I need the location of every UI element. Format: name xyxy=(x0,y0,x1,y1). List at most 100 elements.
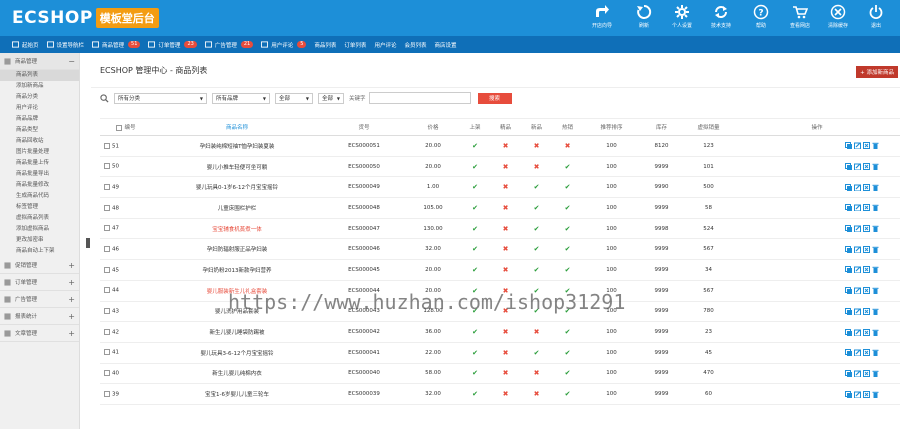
stock[interactable]: 9999 xyxy=(640,197,683,219)
row-checkbox[interactable] xyxy=(104,204,110,211)
trash-icon[interactable] xyxy=(872,246,879,253)
goods-price[interactable]: 20.00 xyxy=(406,156,460,178)
stock[interactable]: 9999 xyxy=(640,342,683,364)
trash-icon[interactable] xyxy=(872,349,879,357)
sidebar-sub-item[interactable]: 虚拟商品列表 xyxy=(0,213,79,224)
trash-icon[interactable] xyxy=(872,163,879,171)
stock[interactable]: 9999 xyxy=(640,321,683,343)
edit-icon[interactable] xyxy=(854,391,861,398)
flag-toggle[interactable]: ✖ xyxy=(490,321,521,343)
view-icon[interactable] xyxy=(863,225,870,233)
view-icon[interactable] xyxy=(863,390,870,398)
sort-order[interactable]: 100 xyxy=(583,197,640,219)
row-checkbox[interactable] xyxy=(104,390,110,397)
edit-icon[interactable] xyxy=(854,204,861,212)
sidebar-sub-item[interactable]: 标签管理 xyxy=(0,202,79,213)
sort-order[interactable]: 100 xyxy=(583,363,640,385)
edit-icon[interactable] xyxy=(854,349,861,357)
sort-order[interactable]: 100 xyxy=(583,176,640,199)
edit-icon[interactable] xyxy=(854,246,861,253)
flag-toggle[interactable]: ✔ xyxy=(460,363,490,385)
flag-toggle[interactable]: ✖ xyxy=(490,383,521,405)
goods-price[interactable]: 32.00 xyxy=(406,383,460,405)
row-checkbox[interactable] xyxy=(104,349,110,356)
virtual-sales[interactable]: 60 xyxy=(683,383,734,405)
edit-icon[interactable] xyxy=(854,329,861,336)
view-icon[interactable] xyxy=(863,287,870,295)
stock[interactable]: 8120 xyxy=(640,135,683,157)
flag-toggle[interactable]: ✔ xyxy=(521,176,552,199)
flag-toggle[interactable]: ✖ xyxy=(490,342,521,364)
stock[interactable]: 9999 xyxy=(640,363,683,385)
goods-price[interactable]: 130.00 xyxy=(406,218,460,240)
sidebar-sub-item[interactable]: 商品列表 xyxy=(0,70,79,81)
virtual-sales[interactable]: 123 xyxy=(683,135,734,157)
view-icon[interactable] xyxy=(863,204,870,212)
top-button-share[interactable]: 开店向导 xyxy=(584,3,620,33)
copy-icon[interactable] xyxy=(845,204,852,212)
sidebar-sub-item[interactable]: 商品类型 xyxy=(0,125,79,136)
sidebar-sub-item[interactable]: 商品品牌 xyxy=(0,114,79,125)
edit-icon[interactable] xyxy=(854,184,861,191)
flag-toggle[interactable]: ✖ xyxy=(490,135,521,157)
view-icon[interactable] xyxy=(863,307,870,315)
goods-price[interactable]: 58.00 xyxy=(406,363,460,385)
virtual-sales[interactable]: 34 xyxy=(683,259,734,281)
flag-toggle[interactable]: ✔ xyxy=(521,218,552,240)
goods-name[interactable]: 新生儿婴儿纯棉内衣 xyxy=(152,363,322,385)
flag-toggle[interactable]: ✔ xyxy=(552,342,583,364)
sidebar-sub-item[interactable]: 商品批量修改 xyxy=(0,180,79,191)
sort-order[interactable]: 100 xyxy=(583,342,640,364)
flag-toggle[interactable]: ✖ xyxy=(490,259,521,281)
row-checkbox[interactable] xyxy=(104,266,110,273)
copy-icon[interactable] xyxy=(845,307,852,315)
goods-name[interactable]: 宝宝辅食机蒸煮一体 xyxy=(152,218,322,240)
row-checkbox[interactable] xyxy=(104,142,110,149)
goods-price[interactable]: 32.00 xyxy=(406,238,460,261)
sidebar-group-1[interactable]: 促销管理 + xyxy=(0,257,79,274)
goods-name[interactable]: 婴儿玩具3-6-12个月宝宝摇铃 xyxy=(152,342,322,364)
edit-icon[interactable] xyxy=(854,266,861,274)
virtual-sales[interactable]: 470 xyxy=(683,363,734,385)
sort-order[interactable]: 100 xyxy=(583,383,640,405)
stock[interactable]: 9999 xyxy=(640,383,683,405)
sidebar-sub-item[interactable]: 商品批量上传 xyxy=(0,158,79,169)
flag-toggle[interactable]: ✔ xyxy=(521,342,552,364)
flag-toggle[interactable]: ✔ xyxy=(521,238,552,261)
sidebar-sub-item[interactable]: 商品自动上下架 xyxy=(0,246,79,257)
search-button[interactable]: 搜索 xyxy=(477,92,512,104)
row-checkbox[interactable] xyxy=(104,225,110,232)
top-button-cart[interactable]: 查看网店 xyxy=(782,3,818,33)
row-checkbox[interactable] xyxy=(104,246,110,253)
flag-toggle[interactable]: ✔ xyxy=(552,176,583,199)
virtual-sales[interactable]: 101 xyxy=(683,156,734,178)
flag-toggle[interactable]: ✖ xyxy=(490,238,521,261)
view-icon[interactable] xyxy=(863,349,870,357)
row-checkbox[interactable] xyxy=(104,163,110,170)
brand-select[interactable]: 所有品牌 ▼ xyxy=(212,92,270,104)
status-select-1[interactable]: 全部 ▼ xyxy=(275,92,313,104)
edit-icon[interactable] xyxy=(854,308,861,315)
view-icon[interactable] xyxy=(863,183,870,191)
virtual-sales[interactable]: 45 xyxy=(683,342,734,364)
status-select-2[interactable]: 全部 ▼ xyxy=(318,92,344,104)
flag-toggle[interactable]: ✖ xyxy=(521,156,552,178)
sort-order[interactable]: 100 xyxy=(583,135,640,157)
sidebar-group-0[interactable]: 商品管理 − xyxy=(0,53,79,70)
top-button-refresh[interactable]: 刷新 xyxy=(626,3,662,33)
stock[interactable]: 9999 xyxy=(640,238,683,261)
add-goods-button[interactable]: + 添加新商品 xyxy=(856,66,898,78)
top-button-power[interactable]: 退出 xyxy=(858,3,894,33)
nav-item-7[interactable]: 订单列表 xyxy=(340,36,370,53)
nav-item-8[interactable]: 用户评论 xyxy=(370,36,400,53)
copy-icon[interactable] xyxy=(845,183,852,191)
goods-name[interactable]: 婴儿小推车轻便可坐可躺 xyxy=(152,156,322,178)
row-checkbox[interactable] xyxy=(104,328,110,335)
goods-price[interactable]: 1.00 xyxy=(406,176,460,199)
virtual-sales[interactable]: 567 xyxy=(683,280,734,302)
copy-icon[interactable] xyxy=(845,349,852,357)
flag-toggle[interactable]: ✔ xyxy=(460,321,490,343)
edit-icon[interactable] xyxy=(854,287,861,295)
sidebar-sub-item[interactable]: 添加虚拟商品 xyxy=(0,224,79,235)
nav-item-10[interactable]: 商店设置 xyxy=(430,36,460,53)
